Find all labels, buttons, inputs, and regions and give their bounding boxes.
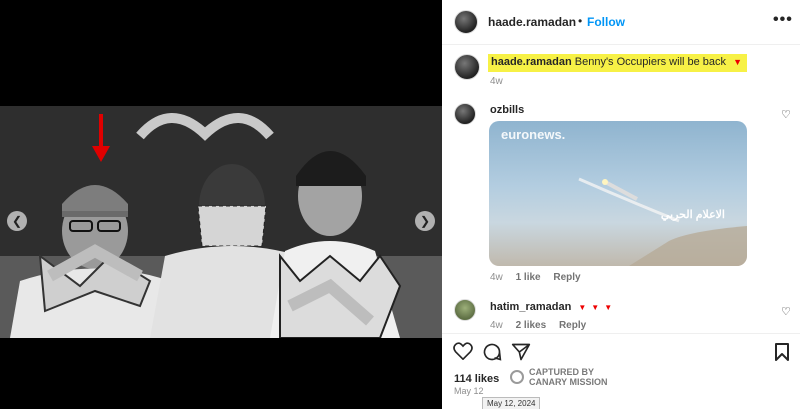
missile-illustration xyxy=(578,177,747,266)
post-date[interactable]: May 12 xyxy=(454,386,484,396)
photo-illustration xyxy=(0,106,442,338)
chevron-right-icon: ❯ xyxy=(419,214,431,228)
comment-username: hatim_ramadan ▼▼▼ xyxy=(490,301,617,313)
reply-button[interactable]: Reply xyxy=(553,272,580,283)
watermark-text: CAPTURED BY CANARY MISSION xyxy=(529,367,608,387)
action-bar xyxy=(442,336,800,366)
caption-text: haade.ramadan Benny's Occupiers will be … xyxy=(488,54,748,72)
comment-icon[interactable] xyxy=(482,342,502,362)
post-side-panel: haade.ramadan • Follow ••• haade.ramadan… xyxy=(442,0,800,409)
share-icon[interactable] xyxy=(511,342,531,362)
caption-username[interactable]: haade.ramadan xyxy=(491,56,572,68)
watermark-line1: CAPTURED BY xyxy=(529,367,595,377)
actions-divider xyxy=(442,333,800,334)
comment-meta: 4w 2 likes Reply xyxy=(490,320,596,331)
image-overlay-text: الاعلام الحربي xyxy=(660,209,725,221)
author-avatar[interactable] xyxy=(454,10,478,34)
heart-icon[interactable]: ♡ xyxy=(781,305,791,318)
caption-body: Benny's Occupiers will be back xyxy=(574,56,727,68)
caption-marker: ▼ xyxy=(733,57,743,67)
comment-image[interactable]: euronews. الاعلام الحربي xyxy=(489,121,747,266)
reply-button[interactable]: Reply xyxy=(559,320,586,331)
heart-icon[interactable]: ♡ xyxy=(781,108,791,121)
watermark-logo xyxy=(510,370,524,384)
header-divider xyxy=(442,44,800,45)
more-icon[interactable]: ••• xyxy=(773,11,793,29)
comment-avatar[interactable] xyxy=(454,299,476,321)
comment-username-text[interactable]: hatim_ramadan xyxy=(490,301,571,313)
comment-meta: 4w 1 like Reply xyxy=(490,272,591,283)
comment-avatar[interactable] xyxy=(454,103,476,125)
bookmark-icon[interactable] xyxy=(774,342,790,362)
carousel-prev-button[interactable]: ❮ xyxy=(7,211,27,231)
chevron-left-icon: ❮ xyxy=(11,214,23,228)
author-username[interactable]: haade.ramadan xyxy=(488,15,576,29)
post-header: haade.ramadan • Follow ••• xyxy=(442,0,800,44)
comment-time[interactable]: 4w xyxy=(490,320,503,331)
comment-time[interactable]: 4w xyxy=(490,272,503,283)
follow-button[interactable]: Follow xyxy=(587,15,625,29)
separator-dot: • xyxy=(578,14,583,28)
carousel-next-button[interactable]: ❯ xyxy=(415,211,435,231)
watermark-line2: CANARY MISSION xyxy=(529,377,608,387)
heart-icon[interactable] xyxy=(453,342,473,360)
comment-likes[interactable]: 1 like xyxy=(516,272,541,283)
caption-avatar[interactable] xyxy=(454,54,480,80)
caption-time[interactable]: 4w xyxy=(490,76,503,87)
post-photo[interactable] xyxy=(0,106,442,338)
comment-username[interactable]: ozbills xyxy=(490,104,524,116)
watermark: CAPTURED BY CANARY MISSION xyxy=(510,367,608,387)
likes-count[interactable]: 114 likes xyxy=(454,373,499,385)
comment-markers: ▼▼▼ xyxy=(578,303,618,312)
date-tooltip: May 12, 2024 xyxy=(482,397,541,409)
comment-likes[interactable]: 2 likes xyxy=(516,320,547,331)
media-pane: ❮ ❯ xyxy=(0,0,442,409)
